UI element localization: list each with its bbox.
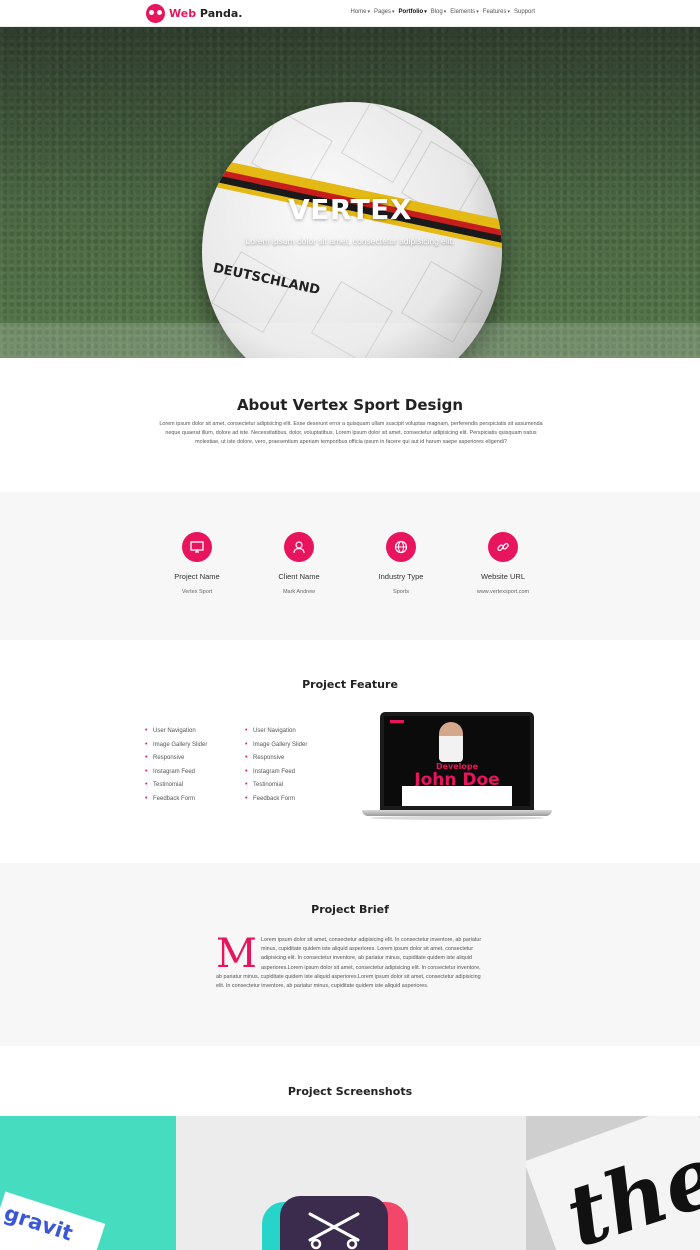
feature-item: Responsive xyxy=(145,754,235,769)
feature-item: Testinomial xyxy=(145,781,235,796)
ball-reflection xyxy=(0,323,700,358)
caret-down-icon: ▾ xyxy=(367,9,370,15)
feature-item: Image Gallery Slider xyxy=(245,741,335,756)
globe-icon xyxy=(386,532,416,562)
feature-item: User Navigation xyxy=(245,727,335,742)
link-icon xyxy=(488,532,518,562)
screenshot-2[interactable] xyxy=(176,1116,526,1250)
laptop-screen: Develope John Doe xyxy=(380,712,534,810)
brief-text-block: M Lorem ipsum dolor sit amet, consectetur… xyxy=(216,931,486,991)
screenshots-title: Project Screenshots xyxy=(287,1085,413,1098)
caret-down-icon: ▾ xyxy=(476,9,479,15)
feature-item: User Navigation xyxy=(145,727,235,742)
screenshot-1[interactable]: gravit xyxy=(0,1116,176,1250)
info-label: Website URL xyxy=(480,572,526,581)
website-url-link[interactable]: www.vertexsport.com xyxy=(443,589,563,595)
info-item-website-url: Website URL www.vertexsport.com xyxy=(443,532,563,595)
user-icon xyxy=(284,532,314,562)
hero-subtitle: Lorem ipsum dolor sit amet, consectetur … xyxy=(245,236,455,246)
menu-item-home[interactable]: Home▾ xyxy=(350,9,370,15)
hero-banner: DEUTSCHLAND VERTEX Lorem ipsum dolor sit… xyxy=(0,27,700,358)
screenshot-3[interactable]: the xyxy=(526,1116,700,1250)
screen-person-photo xyxy=(439,722,463,762)
project-brief-section: Project Brief M Lorem ipsum dolor sit ame… xyxy=(0,863,700,1046)
about-text: Lorem ipsum dolor sit amet, consectetur … xyxy=(159,421,543,445)
top-navbar: Web Panda. Home▾ Pages▾ Portfolio▾ Blog▾… xyxy=(0,0,700,27)
caret-down-icon: ▾ xyxy=(392,9,395,15)
feature-item: Image Gallery Slider xyxy=(145,741,235,756)
panda-logo-icon xyxy=(146,4,165,23)
brief-dropcap: M xyxy=(216,931,257,977)
screen-logo xyxy=(390,720,404,723)
feature-title: Project Feature xyxy=(302,678,398,691)
scissors-app-icon xyxy=(280,1196,388,1250)
feature-list-left: User Navigation Image Gallery Slider Res… xyxy=(145,727,235,810)
card-text: gravit xyxy=(1,1200,76,1246)
brief-title: Project Brief xyxy=(311,903,389,916)
business-card-image: gravit xyxy=(0,1191,106,1250)
laptop-mockup-image: Develope John Doe xyxy=(362,712,552,822)
screen-card xyxy=(402,786,512,806)
laptop-shadow xyxy=(370,816,544,820)
menu-item-pages[interactable]: Pages▾ xyxy=(374,9,395,15)
menu-item-portfolio[interactable]: Portfolio▾ xyxy=(399,9,427,15)
menu-item-blog[interactable]: Blog▾ xyxy=(431,9,447,15)
main-menu: Home▾ Pages▾ Portfolio▾ Blog▾ Elements▾ … xyxy=(350,9,535,15)
scissors-icon xyxy=(308,1212,360,1250)
menu-item-features[interactable]: Features▾ xyxy=(483,9,510,15)
feature-item: Testinomial xyxy=(245,781,335,796)
screen-content: Develope John Doe xyxy=(384,716,530,806)
project-info-section: Project Name Vertex Sport Client Name Ma… xyxy=(0,492,700,640)
feature-item: Responsive xyxy=(245,754,335,769)
ball-panel xyxy=(341,102,423,183)
caret-down-icon: ▾ xyxy=(424,9,427,15)
feature-item: Instagram Feed xyxy=(145,768,235,783)
site-logo[interactable]: Web Panda. xyxy=(146,4,242,23)
about-title: About Vertex Sport Design xyxy=(236,396,464,414)
feature-item: Feedback Form xyxy=(145,795,235,810)
caret-down-icon: ▾ xyxy=(507,9,510,15)
caret-down-icon: ▾ xyxy=(443,9,447,15)
hero-title: VERTEX xyxy=(288,193,412,226)
feature-item: Instagram Feed xyxy=(245,768,335,783)
logo-text: Web Panda. xyxy=(169,7,243,20)
feature-item: Feedback Form xyxy=(245,795,335,810)
monitor-icon xyxy=(182,532,212,562)
feature-list-right: User Navigation Image Gallery Slider Res… xyxy=(245,727,335,810)
menu-item-support[interactable]: Support xyxy=(514,9,535,15)
menu-item-elements[interactable]: Elements▾ xyxy=(450,9,479,15)
